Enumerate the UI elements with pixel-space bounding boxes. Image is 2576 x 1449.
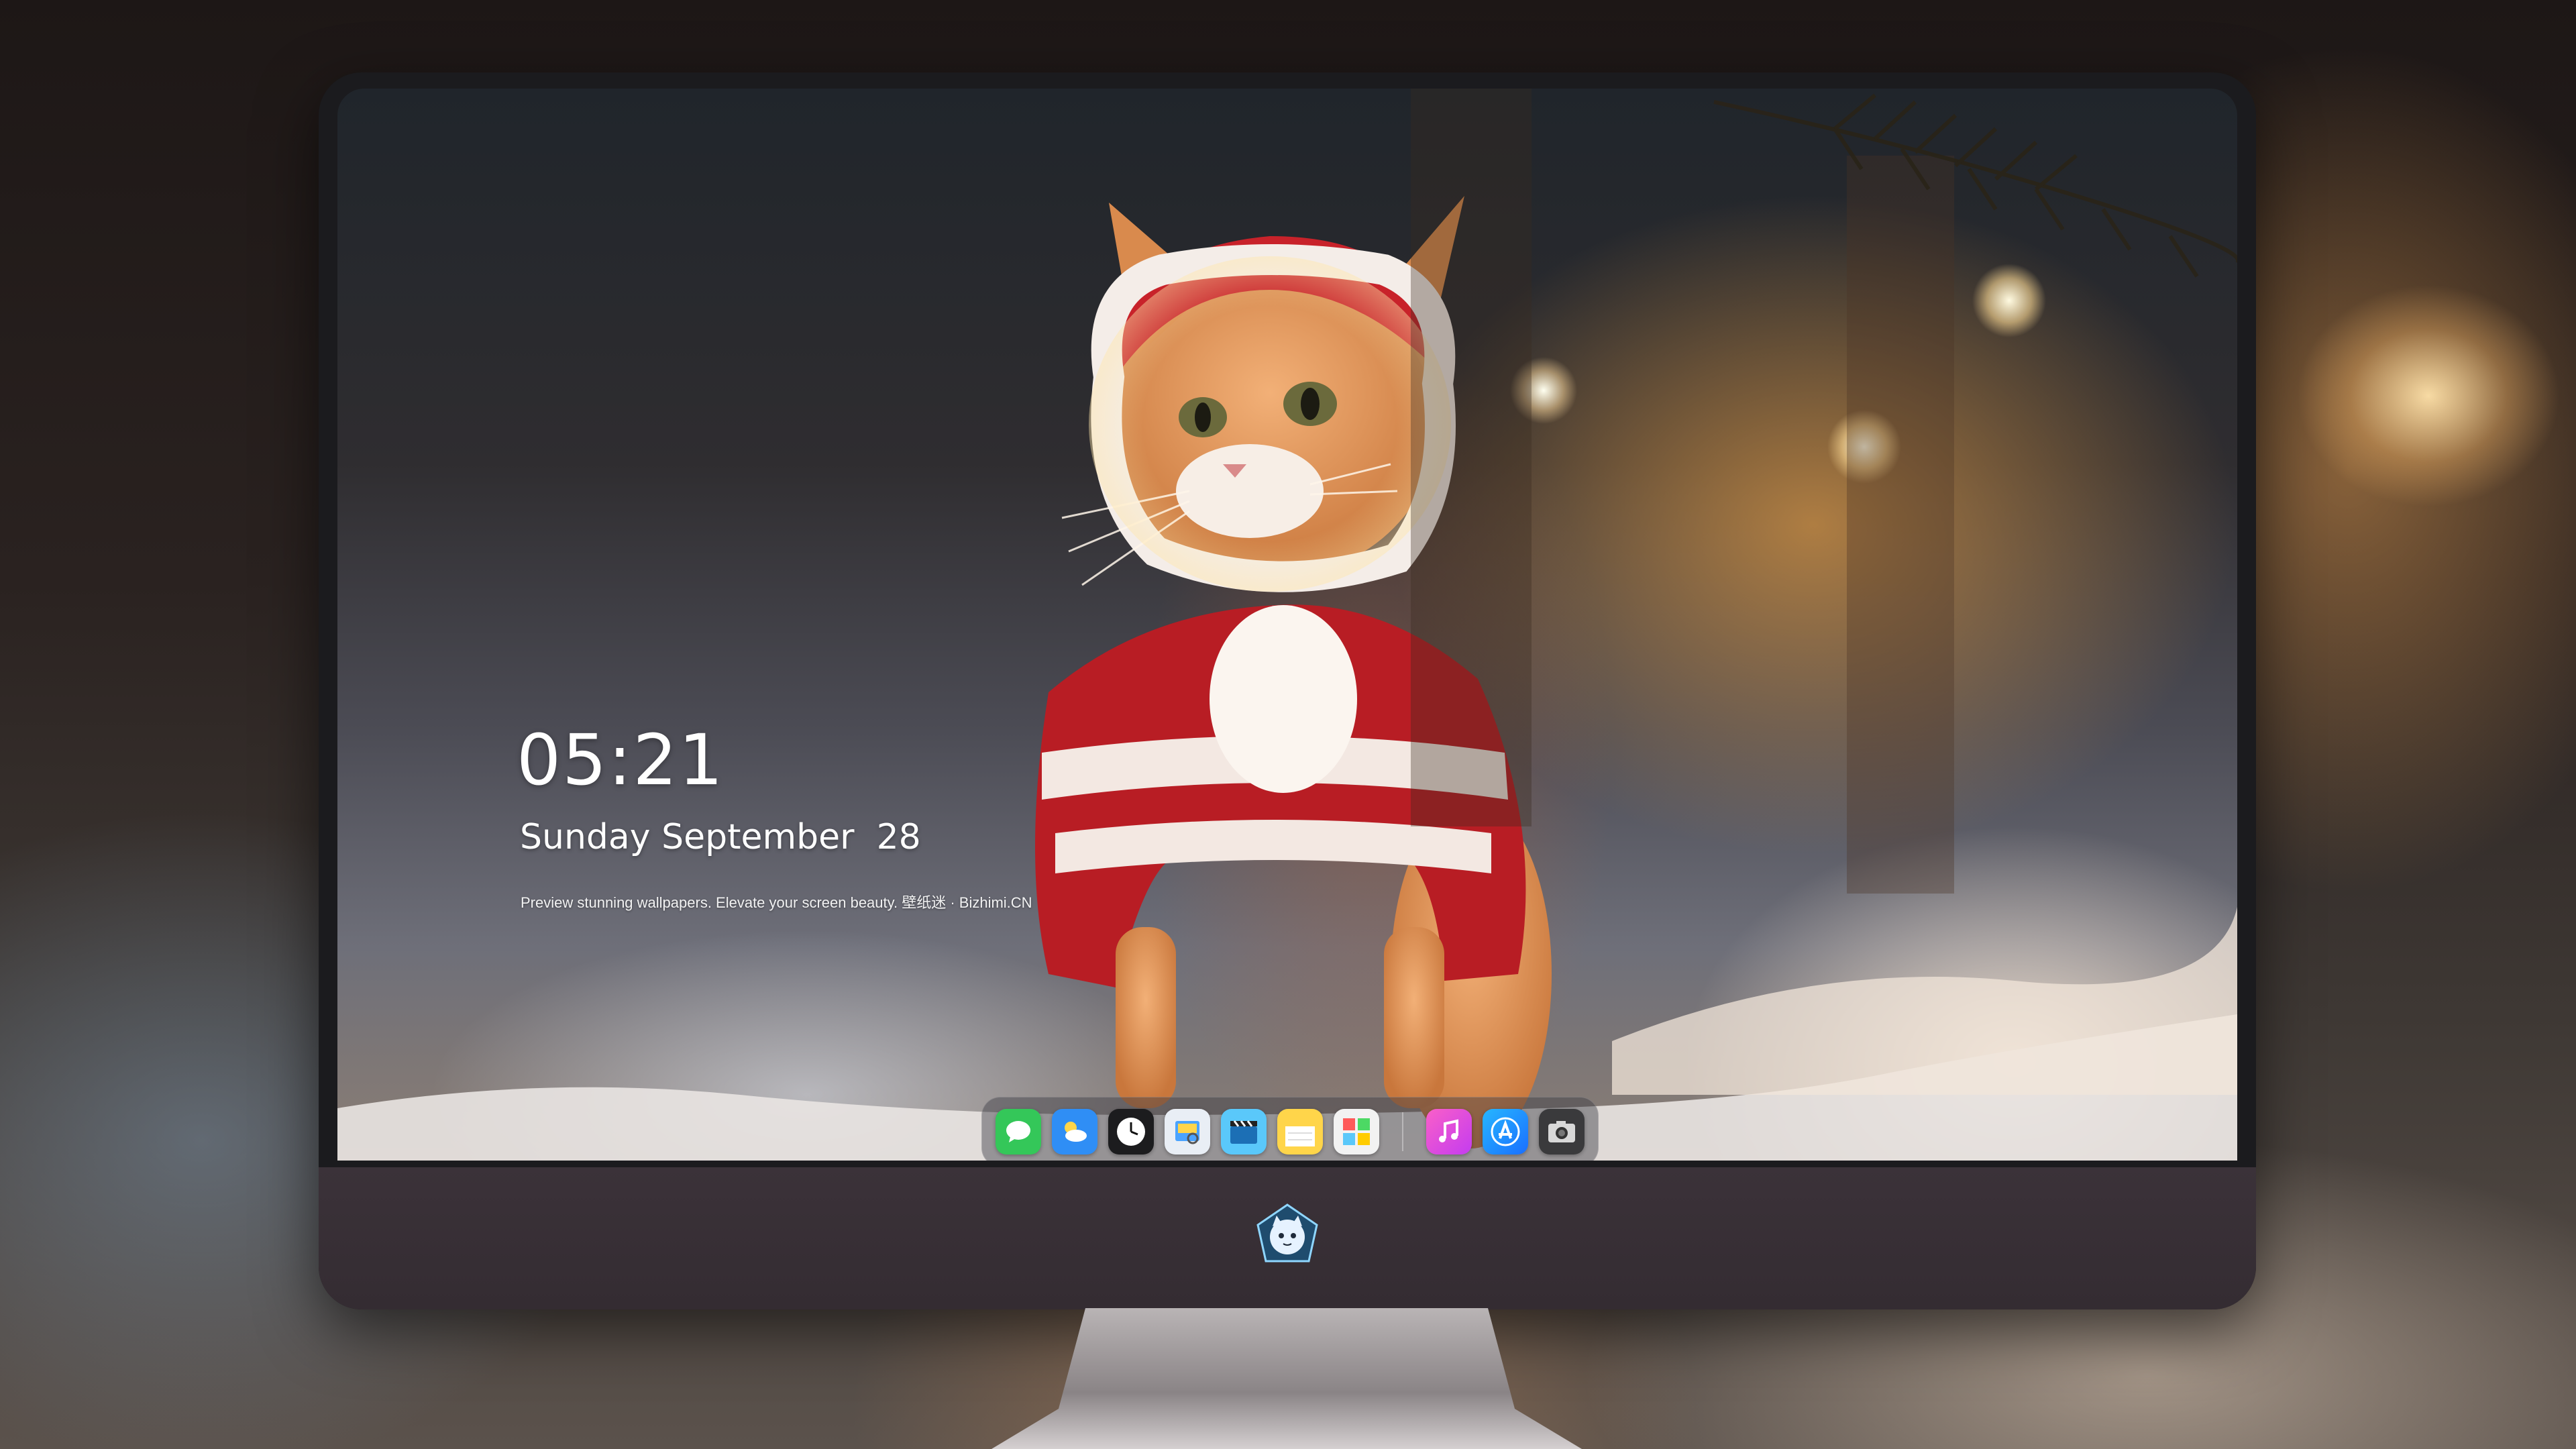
pine-branch-decoration [1713,93,2237,278]
cat-mascot-logo-icon [1256,1203,1318,1263]
monitor-chin [319,1167,2256,1309]
lock-screen-date: Sunday September 28 [520,817,921,857]
preview-icon[interactable] [1165,1109,1210,1155]
photo-booth-icon[interactable] [1334,1109,1379,1155]
monitor: 05:21 Sunday September 28 Preview stunni… [319,72,2256,1309]
clips-icon[interactable] [1221,1109,1267,1155]
notes-icon[interactable] [1277,1109,1323,1155]
dock-separator [1402,1112,1403,1151]
app-store-icon[interactable] [1483,1109,1528,1155]
weather-icon[interactable] [1052,1109,1097,1155]
wallpaper-caption: Preview stunning wallpapers. Elevate you… [521,894,1032,911]
dock [981,1097,1599,1161]
monitor-stand [991,1308,1582,1449]
music-icon[interactable] [1426,1109,1472,1155]
clock-icon[interactable] [1108,1109,1154,1155]
messages-icon[interactable] [996,1109,1041,1155]
screen-wallpaper: 05:21 Sunday September 28 Preview stunni… [337,89,2237,1161]
camera-icon[interactable] [1539,1109,1585,1155]
lock-screen-time: 05:21 [517,719,724,801]
